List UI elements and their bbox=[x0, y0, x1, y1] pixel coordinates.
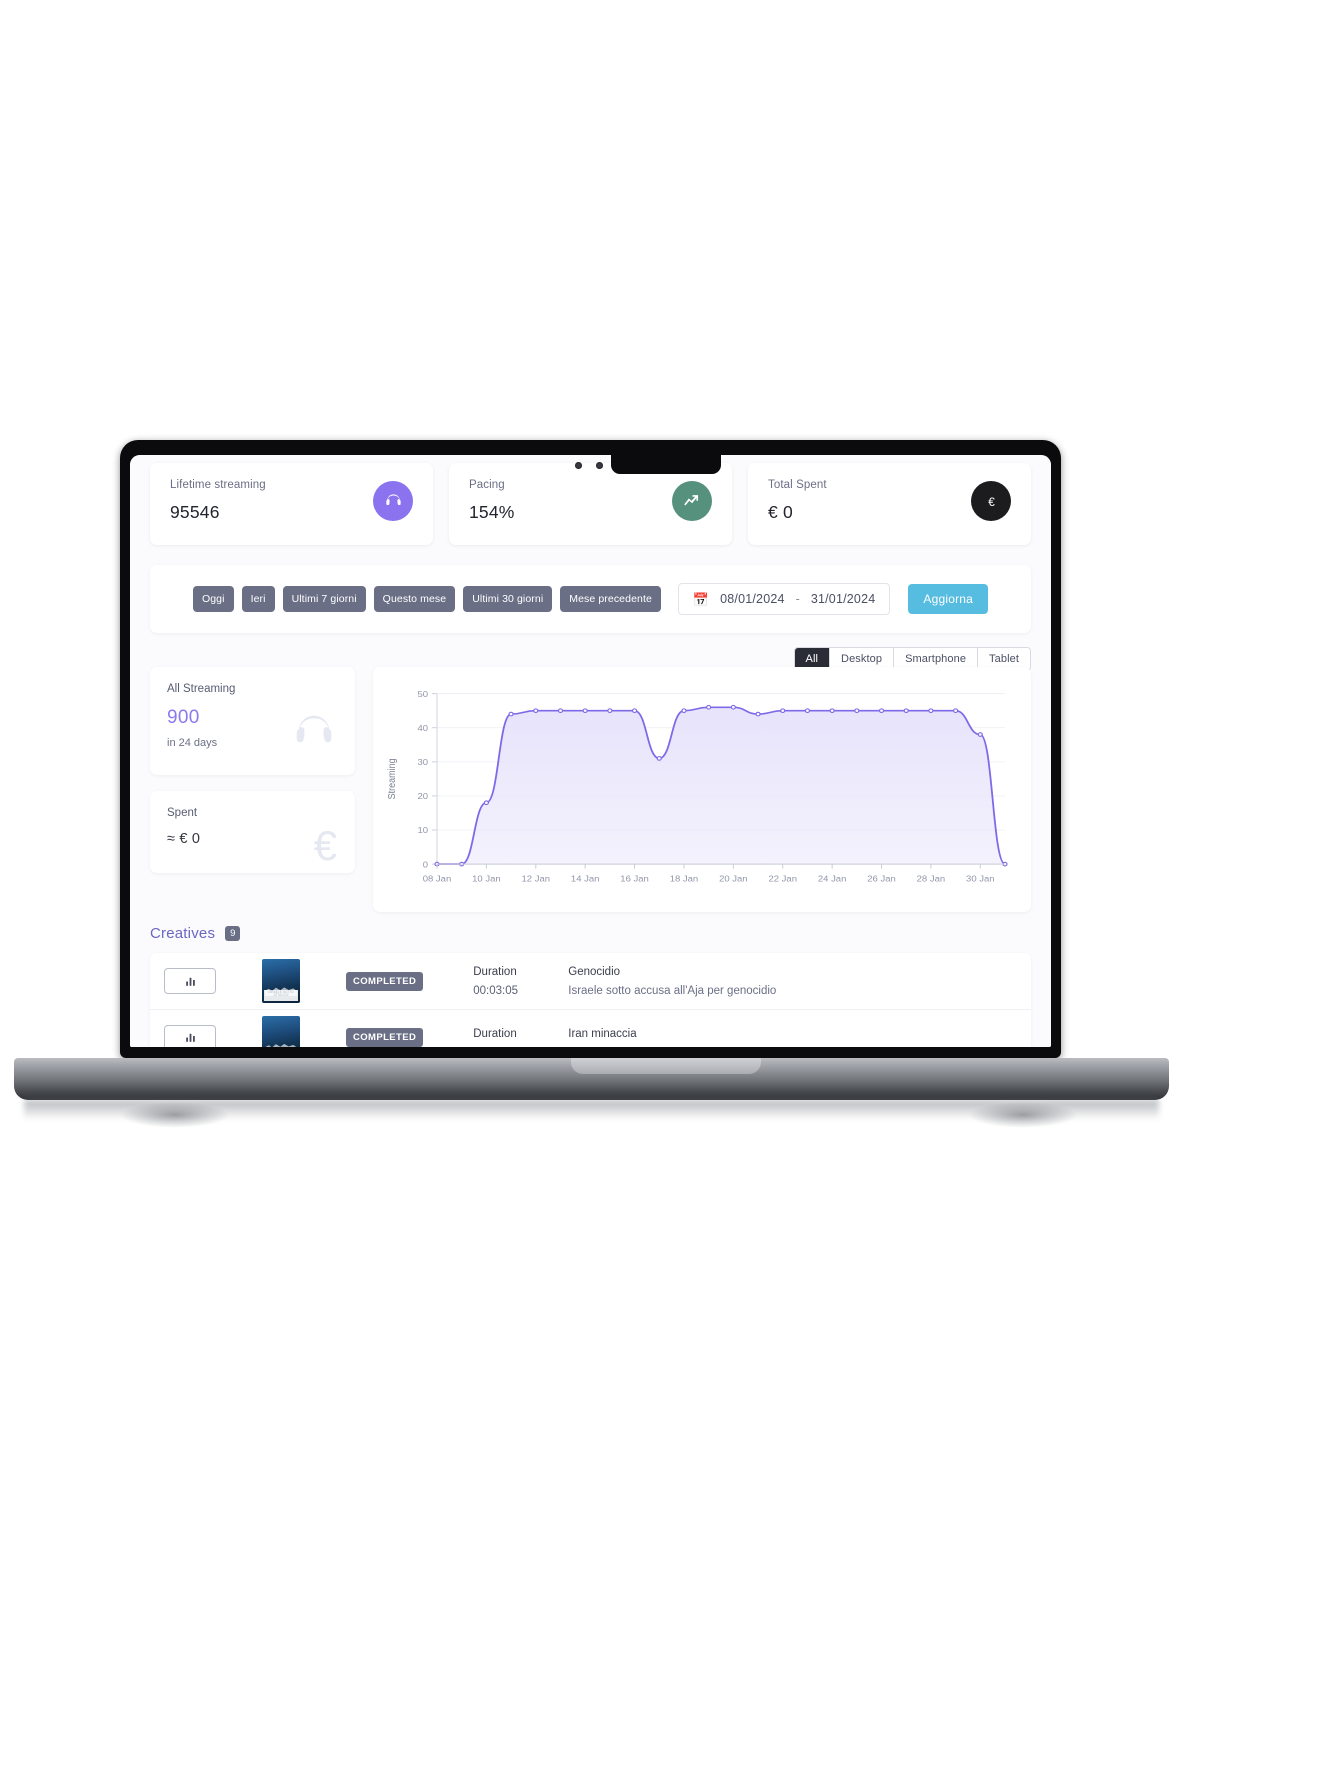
all-streaming-label: All Streaming bbox=[167, 683, 236, 695]
kpi-value-pacing: 154% bbox=[469, 502, 515, 522]
creative-thumbnail: ISRAELE SOTTO ATTACCO bbox=[262, 959, 300, 1003]
creatives-header: Creatives 9 bbox=[150, 925, 241, 942]
laptop-mockup: Lifetime streaming 95546 Pacing 154% Tot… bbox=[0, 0, 1331, 1775]
range-button-ieri[interactable]: Ieri bbox=[241, 586, 275, 612]
kpi-text: Pacing 154% bbox=[469, 479, 515, 523]
thumbnail-caption: IRAN bbox=[264, 1046, 298, 1047]
creatives-count-badge: 9 bbox=[225, 925, 241, 942]
spent-card: Spent ≈ € 0 € bbox=[150, 791, 355, 873]
laptop-shadow-right bbox=[968, 1102, 1078, 1128]
bar-chart-icon[interactable] bbox=[164, 968, 216, 994]
duration-column: Duration 00:03:05 bbox=[473, 966, 568, 997]
kpi-card-total-spent: Total Spent € 0 € bbox=[748, 463, 1031, 545]
streaming-area-chart: 0 10 20 30 40 50 Streaming 08 Jan 10 Jan 12 Jan 14… bbox=[387, 689, 1008, 883]
svg-text:14 Jan: 14 Jan bbox=[571, 874, 599, 883]
status-badge: COMPLETED bbox=[346, 1028, 424, 1047]
svg-text:10 Jan: 10 Jan bbox=[472, 874, 500, 883]
svg-text:22 Jan: 22 Jan bbox=[768, 874, 796, 883]
all-streaming-value: 900 bbox=[167, 707, 200, 728]
svg-text:12 Jan: 12 Jan bbox=[522, 874, 550, 883]
svg-text:26 Jan: 26 Jan bbox=[867, 874, 895, 883]
kpi-card-lifetime-streaming: Lifetime streaming 95546 bbox=[150, 463, 433, 545]
range-button-questo-mese[interactable]: Questo mese bbox=[373, 586, 456, 612]
date-separator: - bbox=[795, 592, 800, 606]
euro-icon: € bbox=[971, 481, 1011, 521]
svg-text:50: 50 bbox=[417, 689, 428, 698]
duration-label: Duration bbox=[473, 965, 517, 978]
laptop-shadow-left bbox=[120, 1102, 230, 1128]
bar-chart-icon[interactable] bbox=[164, 1024, 216, 1047]
kpi-text: Lifetime streaming 95546 bbox=[170, 479, 266, 523]
svg-text:0: 0 bbox=[423, 860, 428, 869]
duration-column: Duration bbox=[473, 1028, 568, 1047]
laptop-screen: Lifetime streaming 95546 Pacing 154% Tot… bbox=[130, 455, 1051, 1047]
svg-text:08 Jan: 08 Jan bbox=[423, 874, 451, 883]
svg-text:24 Jan: 24 Jan bbox=[818, 874, 846, 883]
spent-label: Spent bbox=[167, 807, 198, 819]
svg-text:€: € bbox=[988, 494, 995, 508]
mid-section: All Streaming 900 in 24 days Spent ≈ € 0… bbox=[150, 667, 1031, 912]
camera-dot-left bbox=[575, 462, 582, 469]
svg-text:20 Jan: 20 Jan bbox=[719, 874, 747, 883]
creative-title: Genocidio bbox=[568, 965, 621, 978]
all-streaming-card: All Streaming 900 in 24 days bbox=[150, 667, 355, 775]
laptop-trackpad-notch bbox=[570, 1058, 761, 1074]
status-badge: COMPLETED bbox=[346, 971, 424, 991]
kpi-value-total-spent: € 0 bbox=[768, 502, 793, 522]
creative-description: Israele sotto accusa all'Aja per genocid… bbox=[568, 984, 777, 997]
headphones-icon bbox=[373, 481, 413, 521]
calendar-icon: 📅 bbox=[692, 591, 710, 607]
svg-text:18 Jan: 18 Jan bbox=[670, 874, 698, 883]
description-column: Genocidio Israele sotto accusa all'Aja p… bbox=[568, 966, 1017, 997]
camera-dot-right bbox=[596, 462, 603, 469]
kpi-card-pacing: Pacing 154% bbox=[449, 463, 732, 545]
all-streaming-subtitle: in 24 days bbox=[167, 737, 218, 749]
kpi-value-lifetime-streaming: 95546 bbox=[170, 502, 220, 522]
svg-text:20: 20 bbox=[417, 791, 428, 800]
svg-text:Streaming: Streaming bbox=[387, 758, 399, 799]
date-filter-bar: Oggi Ieri Ultimi 7 giorni Questo mese Ul… bbox=[150, 565, 1031, 633]
streaming-chart-card: 0 10 20 30 40 50 Streaming 08 Jan 10 Jan 12 Jan 14… bbox=[373, 667, 1031, 912]
spent-value: ≈ € 0 bbox=[167, 831, 201, 847]
range-button-oggi[interactable]: Oggi bbox=[192, 586, 234, 612]
date-from-value: 08/01/2024 bbox=[720, 592, 785, 606]
table-row[interactable]: IRAN COMPLETED Duration Iran minaccia bbox=[150, 1009, 1031, 1047]
dashboard-app: Lifetime streaming 95546 Pacing 154% Tot… bbox=[130, 455, 1051, 1047]
description-column: Iran minaccia bbox=[568, 1028, 1017, 1047]
refresh-button[interactable]: Aggiorna bbox=[908, 584, 989, 614]
kpi-label-pacing: Pacing bbox=[469, 479, 505, 491]
kpi-label-lifetime-streaming: Lifetime streaming bbox=[170, 479, 266, 491]
creatives-list: ISRAELE SOTTO ATTACCO COMPLETED Duration… bbox=[150, 953, 1031, 1047]
table-row[interactable]: ISRAELE SOTTO ATTACCO COMPLETED Duration… bbox=[150, 953, 1031, 1009]
thumbnail-caption: ISRAELE SOTTO ATTACCO bbox=[264, 990, 298, 1001]
range-button-ultimi-7-giorni[interactable]: Ultimi 7 giorni bbox=[282, 586, 366, 612]
duration-value: 00:03:05 bbox=[473, 984, 519, 997]
svg-text:30 Jan: 30 Jan bbox=[966, 874, 994, 883]
duration-label: Duration bbox=[473, 1028, 517, 1040]
kpi-text: Total Spent € 0 bbox=[768, 479, 827, 523]
date-range-input[interactable]: 📅 08/01/2024 - 31/01/2024 bbox=[677, 583, 891, 615]
kpi-row: Lifetime streaming 95546 Pacing 154% Tot… bbox=[150, 463, 1031, 545]
range-button-mese-precedente[interactable]: Mese precedente bbox=[560, 586, 661, 612]
creatives-title: Creatives bbox=[150, 925, 216, 942]
kpi-label-total-spent: Total Spent bbox=[768, 479, 827, 491]
date-to-value: 31/01/2024 bbox=[810, 592, 876, 606]
svg-text:30: 30 bbox=[417, 757, 428, 766]
left-stats-column: All Streaming 900 in 24 days Spent ≈ € 0… bbox=[150, 667, 355, 912]
creative-thumbnail: IRAN bbox=[262, 1015, 300, 1047]
creative-title: Iran minaccia bbox=[568, 1028, 637, 1040]
svg-text:10: 10 bbox=[417, 826, 428, 835]
laptop-camera-notch bbox=[610, 452, 721, 474]
range-button-ultimi-30-giorni[interactable]: Ultimi 30 giorni bbox=[463, 586, 553, 612]
svg-text:28 Jan: 28 Jan bbox=[917, 874, 945, 883]
trending-up-icon bbox=[672, 481, 712, 521]
svg-text:16 Jan: 16 Jan bbox=[620, 874, 648, 883]
svg-text:40: 40 bbox=[417, 723, 428, 732]
